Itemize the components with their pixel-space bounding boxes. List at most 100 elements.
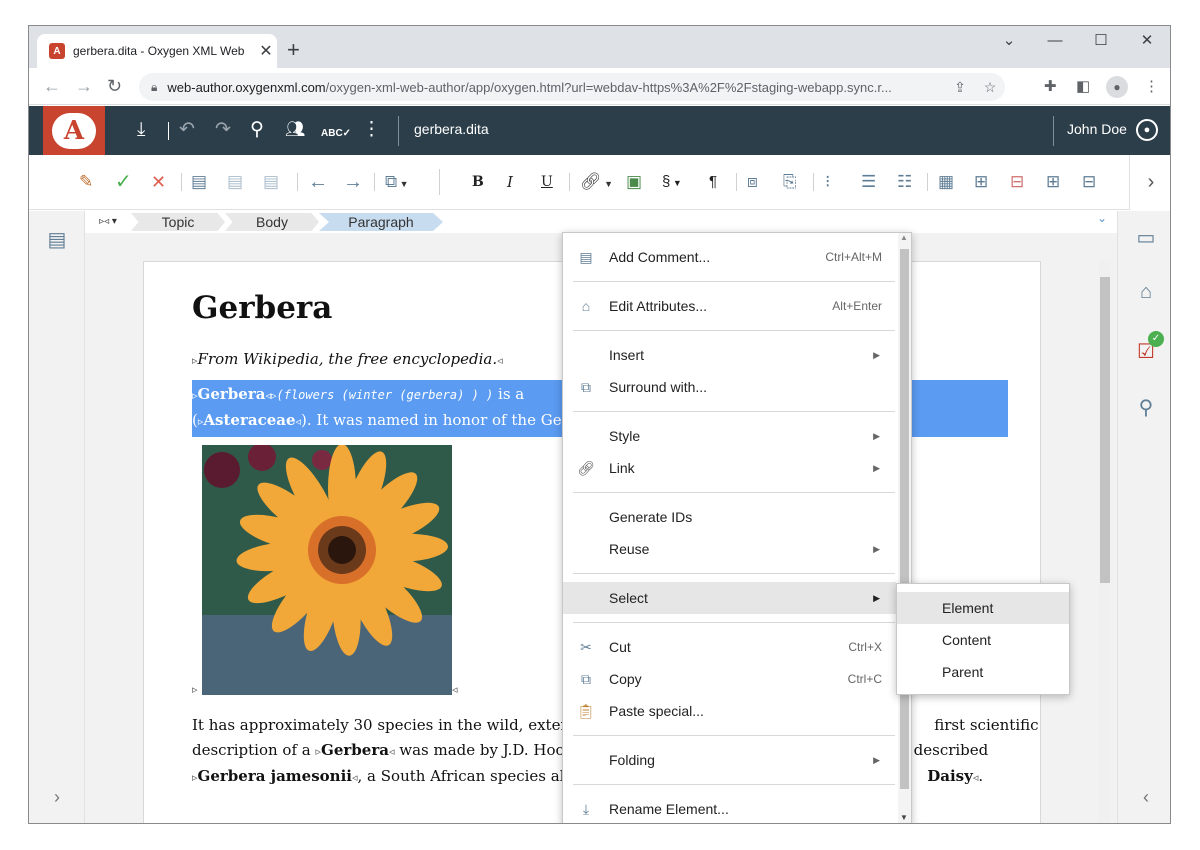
browser-menu-icon[interactable]: ⋮	[1144, 77, 1159, 95]
editor-scrollbar[interactable]	[1099, 261, 1111, 823]
breadcrumb-topic[interactable]: Topic	[131, 213, 225, 231]
track-changes-icon[interactable]: ✎	[79, 171, 93, 193]
paragraph-icon[interactable]: ¶	[709, 171, 717, 193]
breadcrumb-paragraph[interactable]: Paragraph	[319, 213, 443, 231]
reply-comment-icon[interactable]: ▤	[263, 171, 279, 193]
bold-icon[interactable]: B	[472, 171, 484, 193]
link-icon[interactable]: 🔗︎ ▼	[580, 171, 613, 195]
menu-item-surround-with[interactable]: ⧉ Surround with...	[563, 371, 896, 403]
submenu-item-parent[interactable]: Parent	[897, 656, 1069, 688]
tab-search-icon[interactable]: ⌄	[987, 30, 1031, 52]
profile-avatar-icon[interactable]: ●	[1106, 76, 1128, 98]
insert-element-icon[interactable]: ⧈	[747, 171, 758, 193]
user-avatar-icon[interactable]: ●	[1136, 119, 1158, 141]
insert-table-icon[interactable]: ▦	[938, 171, 954, 193]
delete-column-icon[interactable]: ⊟	[1082, 171, 1096, 193]
breadcrumb-body[interactable]: Body	[225, 213, 319, 231]
divider	[1053, 116, 1054, 146]
toolbar-more-icon[interactable]: ›	[1129, 155, 1170, 210]
menu-scrollbar[interactable]: ▲ ▼	[898, 233, 911, 823]
new-tab-icon[interactable]: +	[287, 37, 300, 63]
expand-right-panel-icon[interactable]: ‹	[1126, 787, 1166, 808]
undo-icon[interactable]: ↶	[179, 118, 195, 142]
search-icon[interactable]: ⚲	[250, 118, 264, 142]
download-icon[interactable]: ⤓	[137, 118, 145, 142]
comments-icon[interactable]: ▭	[1126, 225, 1166, 250]
previous-change-icon[interactable]: ←	[308, 171, 328, 193]
element-nav-icon[interactable]: ▹◃ ▾	[89, 213, 127, 231]
share-icon[interactable]: ⇪	[945, 79, 975, 96]
menu-item-cut[interactable]: ✂ Cut Ctrl+X	[563, 631, 896, 663]
browser-tab[interactable]: A gerbera.dita - Oxygen XML Web ✕	[37, 34, 277, 68]
attributes-icon[interactable]: ⌂	[1126, 281, 1166, 304]
menu-item-folding[interactable]: Folding ▶	[563, 744, 896, 776]
ordered-list-icon[interactable]: ☰	[861, 171, 876, 193]
menu-item-reuse[interactable]: Reuse ▶	[563, 533, 896, 565]
tab-strip: A gerbera.dita - Oxygen XML Web ✕ + ⌄ — …	[29, 26, 1170, 68]
forward-icon[interactable]: →	[75, 74, 93, 98]
menu-item-paste-special[interactable]: 📋︎ Paste special...	[563, 695, 896, 727]
menu-item-insert[interactable]: Insert ▶	[563, 339, 896, 371]
menu-item-rename-element[interactable]: ⤓ Rename Element...	[563, 793, 896, 823]
insert-column-icon[interactable]: ⊞	[1046, 171, 1060, 193]
menu-divider	[573, 622, 895, 623]
submenu-item-element[interactable]: Element	[897, 592, 1069, 624]
oxygen-logo[interactable]: A	[43, 106, 105, 155]
add-comment-icon[interactable]: ▤	[191, 171, 207, 193]
expand-left-panel-icon[interactable]: ›	[37, 787, 77, 808]
outline-icon[interactable]: ▤	[37, 227, 77, 252]
reload-icon[interactable]: ↻	[107, 74, 122, 98]
menu-item-generate-ids[interactable]: Generate IDs	[563, 501, 896, 533]
menu-divider	[573, 330, 895, 331]
select-submenu: Element Content Parent	[896, 583, 1070, 695]
underline-icon[interactable]: U	[541, 171, 553, 193]
menu-scrollbar-thumb[interactable]	[900, 249, 909, 789]
scroll-up-icon[interactable]: ▲	[900, 233, 908, 242]
menu-divider	[573, 492, 895, 493]
collapse-breadcrumb-icon[interactable]: ⌄	[1097, 211, 1107, 225]
close-tab-icon[interactable]: ✕	[255, 41, 277, 61]
redo-icon[interactable]: ↷	[215, 118, 231, 142]
menu-item-link[interactable]: 🔗︎ Link ▶	[563, 452, 896, 484]
insert-image-icon[interactable]: ▣	[626, 171, 642, 193]
spellcheck-icon[interactable]: ABC✓	[321, 122, 351, 146]
gerbera-flower-image[interactable]	[202, 445, 452, 695]
minimize-icon[interactable]: —	[1033, 30, 1077, 52]
extensions-icon[interactable]: ✚	[1044, 77, 1057, 95]
back-icon[interactable]: ←	[43, 74, 61, 98]
section-icon[interactable]: § ▼	[662, 171, 682, 194]
user-name[interactable]: John Doe	[1067, 121, 1127, 137]
divider	[181, 173, 182, 191]
find-replace-icon[interactable]: ⚲	[1126, 395, 1166, 420]
url-field[interactable]: 🔒︎ web-author.oxygenxml.com/oxygen-xml-w…	[139, 73, 1005, 101]
italic-icon[interactable]: I	[507, 171, 513, 193]
scroll-down-icon[interactable]: ▼	[900, 813, 908, 822]
menu-item-select[interactable]: Select ▶	[563, 582, 896, 614]
reject-change-icon[interactable]: ✕	[151, 171, 166, 193]
close-window-icon[interactable]: ✕	[1125, 30, 1169, 52]
maximize-icon[interactable]: ☐	[1079, 30, 1123, 52]
next-change-icon[interactable]: →	[343, 171, 363, 193]
menu-item-copy[interactable]: ⧉ Copy Ctrl+C	[563, 663, 896, 695]
accept-change-icon[interactable]: ✓	[115, 171, 132, 193]
scrollbar-thumb[interactable]	[1100, 277, 1110, 583]
review-options-icon[interactable]: ⧉ ▼	[385, 171, 409, 195]
more-options-icon[interactable]: ⋮	[362, 118, 381, 142]
delete-row-icon[interactable]: ⊟	[1010, 171, 1024, 193]
menu-item-style[interactable]: Style ▶	[563, 420, 896, 452]
divider	[398, 116, 399, 146]
menu-item-edit-attributes[interactable]: ⌂ Edit Attributes... Alt+Enter	[563, 290, 896, 322]
check-badge-icon: ✓	[1148, 331, 1164, 347]
menu-item-add-comment[interactable]: ▤ Add Comment... Ctrl+Alt+M	[563, 241, 896, 273]
left-side-panel: ▤ ›	[29, 211, 85, 823]
unordered-list-icon[interactable]: ☷	[897, 171, 912, 193]
bookmark-star-icon[interactable]: ☆	[975, 79, 1005, 96]
submenu-item-content[interactable]: Content	[897, 624, 1069, 656]
insert-list-item-icon[interactable]: ⁝	[825, 171, 830, 193]
keyword-code: (flowers (winter (gerbera) ) )	[276, 388, 494, 402]
insert-row-above-icon[interactable]: ⊞	[974, 171, 988, 193]
edit-comment-icon[interactable]: ▤	[227, 171, 243, 193]
collaboration-icon[interactable]: 👥︎	[285, 118, 305, 142]
side-panel-icon[interactable]: ◧	[1076, 77, 1090, 95]
insert-conref-icon[interactable]: ⎘	[783, 171, 797, 193]
